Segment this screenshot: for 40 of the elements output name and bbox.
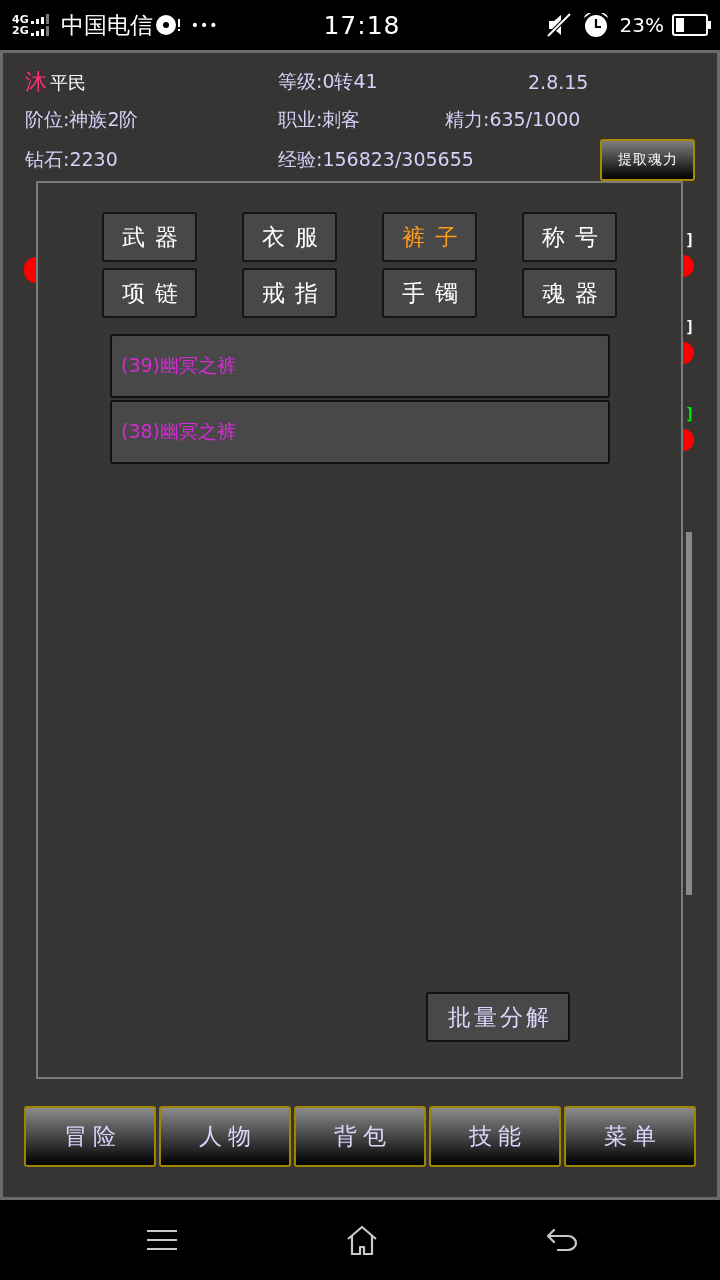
nav-tab[interactable]: 背包 (294, 1106, 426, 1167)
battery-percent: 23% (619, 13, 664, 37)
clock-time: 17:18 (323, 10, 401, 40)
category-tab[interactable]: 手镯 (382, 268, 477, 318)
extract-button[interactable]: 提取魂力 (600, 139, 695, 181)
carrier-name: 中国电信 (60, 10, 153, 40)
decompose-button[interactable]: 批量分解 (426, 992, 570, 1042)
bracket-text: ] (685, 229, 695, 251)
player-title: 平民 (50, 70, 86, 95)
class-text: 职业:刺客 (278, 107, 362, 132)
tier-text: 阶位:神族2阶 (25, 107, 140, 132)
disc-icon (154, 14, 181, 36)
nav-tab[interactable]: 菜单 (564, 1106, 696, 1167)
category-tab[interactable]: 武器 (102, 212, 197, 262)
back-icon[interactable] (546, 1229, 578, 1251)
menu-icon[interactable] (147, 1229, 177, 1251)
level-text: 等级:0转41 (278, 68, 379, 94)
network-type-label: 2G (12, 25, 29, 36)
player-name: 沐 (25, 67, 47, 96)
network-type-label: 4G (12, 14, 29, 25)
category-tab[interactable]: 衣服 (242, 212, 337, 262)
version-text: 2.8.15 (528, 70, 589, 93)
bracket-text: ] (685, 316, 695, 338)
notification-dots: ••• (190, 17, 219, 33)
diamonds-text: 钻石:2230 (25, 147, 119, 172)
battery-icon (672, 14, 712, 36)
alarm-clock-icon (581, 11, 610, 39)
nav-tab[interactable]: 人物 (159, 1106, 291, 1167)
category-tab[interactable]: 戒指 (242, 268, 337, 318)
category-tab[interactable]: 项链 (102, 268, 197, 318)
energy-text: 精力:635/1000 (445, 107, 581, 132)
experience-text: 经验:156823/305655 (278, 147, 475, 172)
home-icon[interactable] (346, 1225, 378, 1255)
nav-tab[interactable]: 技能 (429, 1106, 561, 1167)
nav-tab[interactable]: 冒险 (24, 1106, 156, 1167)
bracket-text: ] (685, 403, 695, 425)
category-tab[interactable]: 称号 (522, 212, 617, 262)
category-tab[interactable]: 裤子 (382, 212, 477, 262)
category-tab[interactable]: 魂器 (522, 268, 617, 318)
muted-speaker-icon (545, 12, 572, 38)
